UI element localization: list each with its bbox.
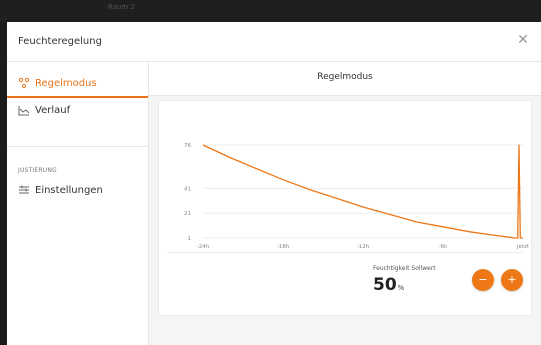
background-window-edge: [0, 22, 7, 345]
setpoint-label: Feuchtigkeit Sollwert: [373, 265, 436, 272]
chart-line-icon: [18, 104, 30, 116]
x-tick-label: -24h: [197, 244, 210, 250]
sidebar: Regelmodus Verlauf JUSTIERUNG Einstellun…: [7, 62, 149, 345]
background-ghost-text: Raum 2: [108, 3, 135, 11]
card-divider: [167, 252, 523, 253]
x-tick-label: -12h: [357, 244, 370, 250]
sliders-icon: [18, 184, 30, 196]
setpoint-number: 50: [373, 275, 397, 295]
sidebar-divider: [7, 146, 148, 147]
sidebar-item-einstellungen[interactable]: Einstellungen: [7, 177, 148, 203]
y-tick-label: 76: [184, 143, 191, 149]
main-header: Regelmodus: [149, 62, 541, 96]
sidebar-item-verlauf[interactable]: Verlauf: [7, 97, 148, 123]
humidity-control-dialog: Feuchteregelung ✕ Regelmodus Verlauf JUS…: [7, 22, 541, 345]
sidebar-item-label: Einstellungen: [35, 184, 103, 196]
background-window-strip: Raum 2: [0, 0, 541, 22]
humidity-card: 1214176-24h-18h-12h-6hjetztReferenzFeuch…: [159, 101, 531, 315]
dialog-title: Feuchteregelung: [18, 36, 102, 47]
setpoint-unit: %: [397, 284, 405, 292]
y-tick-label: 21: [184, 211, 191, 217]
decrease-button[interactable]: −: [472, 269, 494, 291]
y-tick-label: 41: [184, 186, 191, 192]
series-line-feuchte: [202, 144, 523, 239]
mode-icon: [18, 77, 30, 89]
page-title: Regelmodus: [317, 72, 373, 82]
y-tick-label: 1: [188, 236, 192, 242]
humidity-chart: 1214176-24h-18h-12h-6hjetztReferenzFeuch…: [184, 143, 530, 250]
dialog-header: Feuchteregelung ✕: [7, 22, 541, 62]
sidebar-item-label: Regelmodus: [35, 77, 97, 89]
sidebar-section-label: JUSTIERUNG: [18, 167, 57, 174]
sidebar-item-label: Verlauf: [35, 104, 71, 116]
increase-button[interactable]: +: [501, 269, 523, 291]
x-tick-label: jetzt: [516, 244, 530, 250]
sidebar-item-regelmodus[interactable]: Regelmodus: [7, 70, 148, 98]
setpoint-value: 50%: [373, 275, 404, 295]
close-icon[interactable]: ✕: [515, 32, 531, 48]
x-tick-label: -18h: [277, 244, 290, 250]
x-tick-label: -6h: [439, 244, 448, 250]
